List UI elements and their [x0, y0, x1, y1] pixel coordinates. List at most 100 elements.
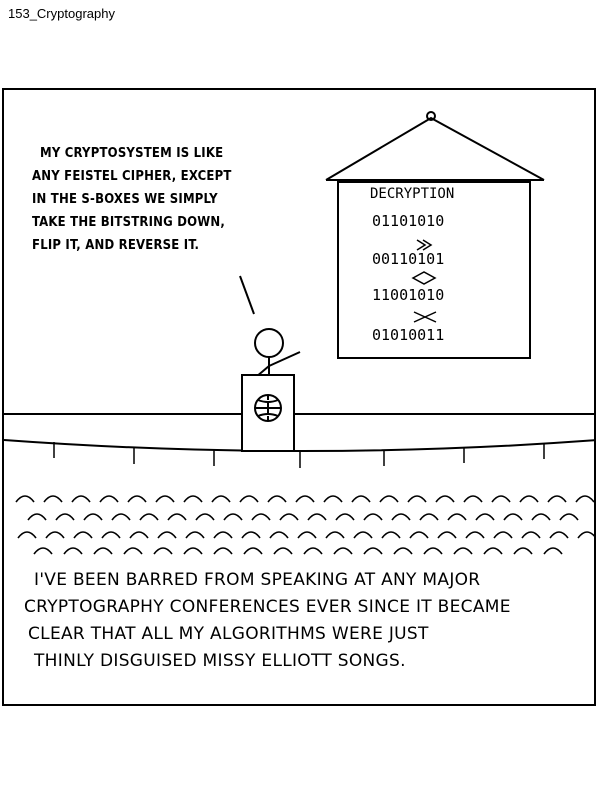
audience-head [63, 547, 83, 555]
audience-head [139, 513, 159, 521]
speech-line-2: ANY FEISTEL CIPHER, EXCEPT [32, 169, 232, 184]
audience-head [251, 513, 271, 521]
audience-head [71, 495, 91, 503]
audience-head [223, 513, 243, 521]
poster-row-2: 00110101 [372, 250, 445, 268]
audience-head [83, 513, 103, 521]
stage-front-edge [4, 439, 594, 452]
caption-line-3: CLEAR THAT ALL MY ALGORITHMS WERE JUST [28, 624, 429, 644]
audience-head [549, 531, 569, 539]
audience-head [243, 547, 263, 555]
audience-head [491, 495, 511, 503]
audience-head [463, 495, 483, 503]
audience-head [465, 531, 485, 539]
audience-head [55, 513, 75, 521]
audience-head [213, 547, 233, 555]
poster-title: DECRYPTION [370, 186, 455, 202]
page-title: 153_Cryptography [8, 6, 115, 21]
audience-head [241, 531, 261, 539]
audience-head [575, 495, 594, 503]
audience-head [453, 547, 473, 555]
speech-line-1: MY CRYPTOSYSTEM IS LIKE [40, 146, 224, 161]
audience-head [155, 495, 175, 503]
poster-row-4: 01010011 [372, 326, 445, 344]
audience-head [519, 495, 539, 503]
speech-line-5: FLIP IT, AND REVERSE IT. [32, 238, 200, 253]
audience-head [435, 495, 455, 503]
audience-head [183, 495, 203, 503]
audience-head [323, 495, 343, 503]
audience-head [73, 531, 93, 539]
audience-head [153, 547, 173, 555]
audience-head [195, 513, 215, 521]
podium [241, 374, 295, 452]
audience-head [513, 547, 533, 555]
audience-head [297, 531, 317, 539]
audience-head [409, 531, 429, 539]
audience-head [15, 495, 35, 503]
audience-head [269, 531, 289, 539]
audience-head [363, 547, 383, 555]
audience-head [353, 531, 373, 539]
stage-ticks [53, 442, 545, 468]
audience-head [267, 495, 287, 503]
speech-line-3: IN THE S-BOXES WE SIMPLY [32, 192, 218, 207]
speech-line-4: TAKE THE BITSTRING DOWN, [32, 215, 226, 230]
audience-head [493, 531, 513, 539]
audience-head [521, 531, 541, 539]
audience-head [213, 531, 233, 539]
audience-head [547, 495, 567, 503]
audience-head [381, 531, 401, 539]
audience-head [577, 531, 594, 539]
stick-figure [254, 328, 301, 380]
audience-head [99, 495, 119, 503]
audience-head [333, 547, 353, 555]
audience-head [33, 547, 53, 555]
audience-head [45, 531, 65, 539]
audience-head [419, 513, 439, 521]
audience-head [183, 547, 203, 555]
caption-line-1: I'VE BEEN BARRED FROM SPEAKING AT ANY MA… [34, 570, 481, 590]
audience-head [543, 547, 563, 555]
audience-head [423, 547, 443, 555]
caption-line-4: THINLY DISGUISED MISSY ELLIOTT SONGS. [34, 651, 406, 671]
caption-line-2: CRYPTOGRAPHY CONFERENCES EVER SINCE IT B… [24, 597, 511, 617]
audience-head [407, 495, 427, 503]
audience-head [351, 495, 371, 503]
audience-head [393, 547, 413, 555]
audience-head [447, 513, 467, 521]
audience-head [279, 513, 299, 521]
audience-head [307, 513, 327, 521]
audience-head [273, 547, 293, 555]
speech-pointer [239, 275, 255, 315]
poster-row-3: 11001010 [372, 286, 445, 304]
audience-head [185, 531, 205, 539]
poster-hanger [325, 111, 545, 181]
audience-head [239, 495, 259, 503]
audience-head [475, 513, 495, 521]
audience-head [167, 513, 187, 521]
audience-head [531, 513, 551, 521]
audience-head [503, 513, 523, 521]
audience-head [211, 495, 231, 503]
audience-head [129, 531, 149, 539]
audience-head [325, 531, 345, 539]
audience-head [101, 531, 121, 539]
audience-head [295, 495, 315, 503]
audience-head [483, 547, 503, 555]
comic-panel: MY CRYPTOSYSTEM IS LIKE ANY FEISTEL CIPH… [2, 88, 596, 706]
audience-head [123, 547, 143, 555]
audience-head [437, 531, 457, 539]
audience-head [379, 495, 399, 503]
audience-head [303, 547, 323, 555]
poster-row-1: 01101010 [372, 212, 445, 230]
audience-head [27, 513, 47, 521]
audience-head [335, 513, 355, 521]
audience-head [43, 495, 63, 503]
audience-head [93, 547, 113, 555]
audience-head [157, 531, 177, 539]
audience-head [127, 495, 147, 503]
audience [15, 495, 594, 555]
audience-head [363, 513, 383, 521]
audience-head [111, 513, 131, 521]
